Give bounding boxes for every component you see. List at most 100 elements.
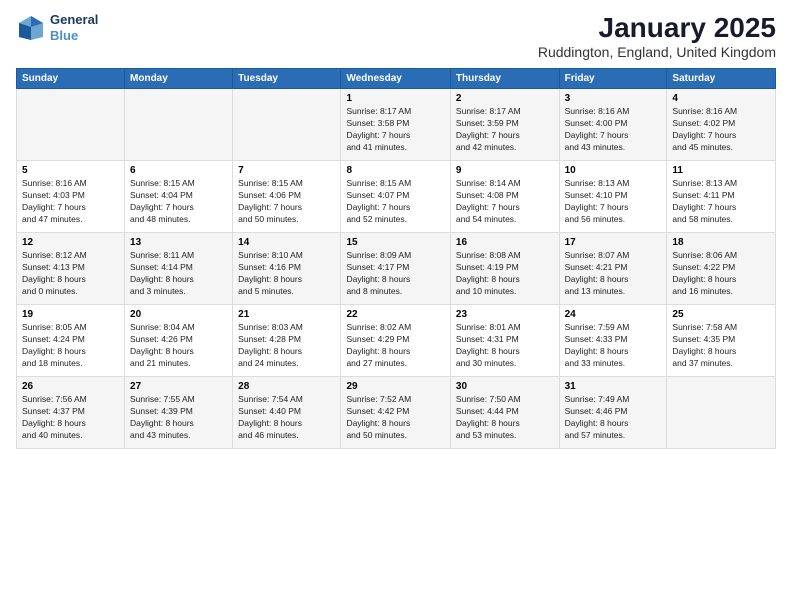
calendar-cell: 21Sunrise: 8:03 AM Sunset: 4:28 PM Dayli… <box>233 305 341 377</box>
cell-day-number: 7 <box>238 165 335 176</box>
cell-day-number: 8 <box>346 165 444 176</box>
calendar-cell: 9Sunrise: 8:14 AM Sunset: 4:08 PM Daylig… <box>450 161 559 233</box>
cell-content: Sunrise: 8:08 AM Sunset: 4:19 PM Dayligh… <box>456 250 554 298</box>
cell-day-number: 14 <box>238 237 335 248</box>
day-header-monday: Monday <box>125 69 233 89</box>
cell-content: Sunrise: 7:54 AM Sunset: 4:40 PM Dayligh… <box>238 394 335 442</box>
cell-day-number: 23 <box>456 309 554 320</box>
cell-content: Sunrise: 8:05 AM Sunset: 4:24 PM Dayligh… <box>22 322 119 370</box>
calendar-cell: 12 Sunrise: 8:12 AM Sunset: 4:13 PM Dayli… <box>17 233 125 305</box>
calendar-cell: 22 Sunrise: 8:02 AM Sunset: 4:29 PM Dayli… <box>341 305 450 377</box>
calendar-cell: 7Sunrise: 8:15 AM Sunset: 4:06 PM Daylig… <box>233 161 341 233</box>
cell-day-number: 28 <box>238 381 335 392</box>
cell-day-number: 9 <box>456 165 554 176</box>
cell-day-number: 22 <box>346 309 444 320</box>
cell-content: Sunrise: 7:49 AM Sunset: 4:46 PM Dayligh… <box>565 394 662 442</box>
calendar-cell: 1Sunrise: 8:17 AM Sunset: 3:58 PM Daylig… <box>341 89 450 161</box>
logo-line2: Blue <box>50 28 98 44</box>
calendar-cell: 31 Sunrise: 7:49 AM Sunset: 4:46 PM Dayli… <box>559 377 667 449</box>
cell-content: Sunrise: 8:16 AM Sunset: 4:03 PM Dayligh… <box>22 178 119 226</box>
days-header-row: SundayMondayTuesdayWednesdayThursdayFrid… <box>17 69 776 89</box>
cell-content: Sunrise: 8:07 AM Sunset: 4:21 PM Dayligh… <box>565 250 662 298</box>
calendar-cell <box>667 377 776 449</box>
day-header-sunday: Sunday <box>17 69 125 89</box>
calendar-cell <box>125 89 233 161</box>
cell-content: Sunrise: 7:50 AM Sunset: 4:44 PM Dayligh… <box>456 394 554 442</box>
cell-day-number: 27 <box>130 381 227 392</box>
page: General Blue January 2025 Ruddington, En… <box>0 0 792 612</box>
logo-icon <box>16 13 46 43</box>
calendar-cell: 2 Sunrise: 8:17 AM Sunset: 3:59 PM Daylig… <box>450 89 559 161</box>
calendar-cell: 28 Sunrise: 7:54 AM Sunset: 4:40 PM Dayli… <box>233 377 341 449</box>
week-row-3: 12 Sunrise: 8:12 AM Sunset: 4:13 PM Dayli… <box>17 233 776 305</box>
calendar-table: SundayMondayTuesdayWednesdayThursdayFrid… <box>16 68 776 449</box>
calendar-cell: 29 Sunrise: 7:52 AM Sunset: 4:42 PM Dayli… <box>341 377 450 449</box>
week-row-1: 1Sunrise: 8:17 AM Sunset: 3:58 PM Daylig… <box>17 89 776 161</box>
cell-day-number: 3 <box>565 93 662 104</box>
calendar-cell: 27 Sunrise: 7:55 AM Sunset: 4:39 PM Dayli… <box>125 377 233 449</box>
calendar-cell: 5 Sunrise: 8:16 AM Sunset: 4:03 PM Daylig… <box>17 161 125 233</box>
week-row-5: 26 Sunrise: 7:56 AM Sunset: 4:37 PM Dayli… <box>17 377 776 449</box>
cell-day-number: 12 <box>22 237 119 248</box>
calendar-cell: 10 Sunrise: 8:13 AM Sunset: 4:10 PM Dayli… <box>559 161 667 233</box>
calendar-cell: 16 Sunrise: 8:08 AM Sunset: 4:19 PM Dayli… <box>450 233 559 305</box>
cell-day-number: 29 <box>346 381 444 392</box>
cell-content: Sunrise: 8:04 AM Sunset: 4:26 PM Dayligh… <box>130 322 227 370</box>
week-row-2: 5 Sunrise: 8:16 AM Sunset: 4:03 PM Daylig… <box>17 161 776 233</box>
calendar-cell: 3 Sunrise: 8:16 AM Sunset: 4:00 PM Daylig… <box>559 89 667 161</box>
cell-day-number: 10 <box>565 165 662 176</box>
cell-day-number: 17 <box>565 237 662 248</box>
calendar-cell: 30 Sunrise: 7:50 AM Sunset: 4:44 PM Dayli… <box>450 377 559 449</box>
cell-content: Sunrise: 7:52 AM Sunset: 4:42 PM Dayligh… <box>346 394 444 442</box>
cell-day-number: 11 <box>672 165 770 176</box>
cell-content: Sunrise: 8:09 AM Sunset: 4:17 PM Dayligh… <box>346 250 444 298</box>
cell-day-number: 16 <box>456 237 554 248</box>
cell-day-number: 25 <box>672 309 770 320</box>
cell-content: Sunrise: 7:58 AM Sunset: 4:35 PM Dayligh… <box>672 322 770 370</box>
cell-content: Sunrise: 8:16 AM Sunset: 4:00 PM Dayligh… <box>565 106 662 154</box>
calendar-cell: 17 Sunrise: 8:07 AM Sunset: 4:21 PM Dayli… <box>559 233 667 305</box>
calendar-cell: 6 Sunrise: 8:15 AM Sunset: 4:04 PM Daylig… <box>125 161 233 233</box>
header: General Blue January 2025 Ruddington, En… <box>16 12 776 60</box>
day-header-saturday: Saturday <box>667 69 776 89</box>
cell-day-number: 31 <box>565 381 662 392</box>
cell-content: Sunrise: 8:17 AM Sunset: 3:58 PM Dayligh… <box>346 106 444 154</box>
cell-content: Sunrise: 8:13 AM Sunset: 4:10 PM Dayligh… <box>565 178 662 226</box>
cell-day-number: 13 <box>130 237 227 248</box>
cell-day-number: 6 <box>130 165 227 176</box>
calendar-cell: 25 Sunrise: 7:58 AM Sunset: 4:35 PM Dayli… <box>667 305 776 377</box>
cell-day-number: 30 <box>456 381 554 392</box>
calendar-title: January 2025 <box>538 12 776 44</box>
title-block: January 2025 Ruddington, England, United… <box>538 12 776 60</box>
cell-content: Sunrise: 8:02 AM Sunset: 4:29 PM Dayligh… <box>346 322 444 370</box>
cell-content: Sunrise: 7:59 AM Sunset: 4:33 PM Dayligh… <box>565 322 662 370</box>
cell-content: Sunrise: 8:11 AM Sunset: 4:14 PM Dayligh… <box>130 250 227 298</box>
cell-content: Sunrise: 8:10 AM Sunset: 4:16 PM Dayligh… <box>238 250 335 298</box>
cell-day-number: 19 <box>22 309 119 320</box>
calendar-cell: 18 Sunrise: 8:06 AM Sunset: 4:22 PM Dayli… <box>667 233 776 305</box>
cell-content: Sunrise: 8:15 AM Sunset: 4:07 PM Dayligh… <box>346 178 444 226</box>
day-header-thursday: Thursday <box>450 69 559 89</box>
cell-day-number: 20 <box>130 309 227 320</box>
calendar-cell: 14 Sunrise: 8:10 AM Sunset: 4:16 PM Dayli… <box>233 233 341 305</box>
cell-content: Sunrise: 8:06 AM Sunset: 4:22 PM Dayligh… <box>672 250 770 298</box>
cell-day-number: 4 <box>672 93 770 104</box>
cell-content: Sunrise: 7:56 AM Sunset: 4:37 PM Dayligh… <box>22 394 119 442</box>
calendar-cell: 11Sunrise: 8:13 AM Sunset: 4:11 PM Dayli… <box>667 161 776 233</box>
cell-content: Sunrise: 8:15 AM Sunset: 4:04 PM Dayligh… <box>130 178 227 226</box>
calendar-cell: 15 Sunrise: 8:09 AM Sunset: 4:17 PM Dayli… <box>341 233 450 305</box>
cell-content: Sunrise: 7:55 AM Sunset: 4:39 PM Dayligh… <box>130 394 227 442</box>
cell-day-number: 15 <box>346 237 444 248</box>
calendar-cell: 4Sunrise: 8:16 AM Sunset: 4:02 PM Daylig… <box>667 89 776 161</box>
cell-day-number: 18 <box>672 237 770 248</box>
cell-day-number: 5 <box>22 165 119 176</box>
cell-day-number: 26 <box>22 381 119 392</box>
calendar-cell: 24 Sunrise: 7:59 AM Sunset: 4:33 PM Dayli… <box>559 305 667 377</box>
day-header-wednesday: Wednesday <box>341 69 450 89</box>
cell-content: Sunrise: 8:17 AM Sunset: 3:59 PM Dayligh… <box>456 106 554 154</box>
cell-day-number: 2 <box>456 93 554 104</box>
calendar-cell: 23Sunrise: 8:01 AM Sunset: 4:31 PM Dayli… <box>450 305 559 377</box>
cell-day-number: 24 <box>565 309 662 320</box>
calendar-cell: 8 Sunrise: 8:15 AM Sunset: 4:07 PM Daylig… <box>341 161 450 233</box>
cell-content: Sunrise: 8:12 AM Sunset: 4:13 PM Dayligh… <box>22 250 119 298</box>
